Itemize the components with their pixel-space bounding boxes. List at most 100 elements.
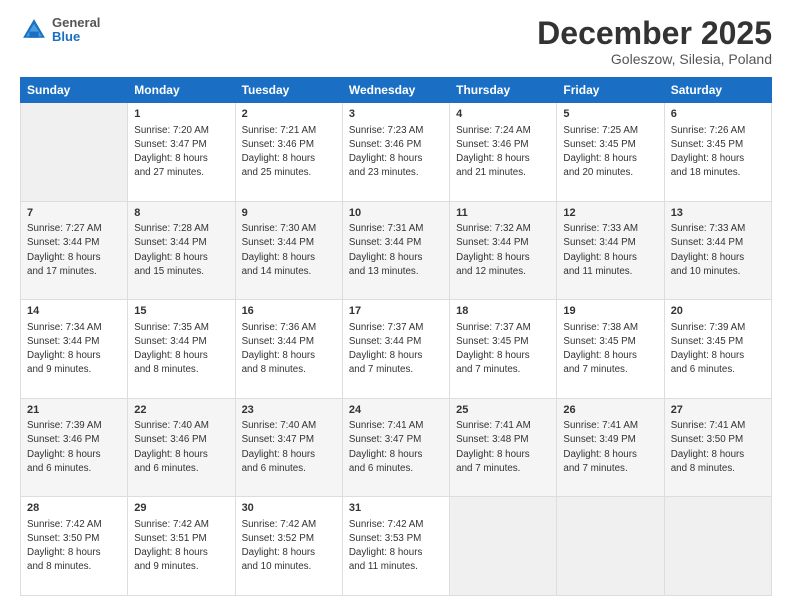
logo-icon bbox=[20, 16, 48, 44]
calendar-day-cell: 23Sunrise: 7:40 AM Sunset: 3:47 PM Dayli… bbox=[235, 398, 342, 497]
calendar-day-cell bbox=[664, 497, 771, 596]
day-number: 29 bbox=[134, 501, 228, 516]
calendar-day-cell: 31 Sunrise: 7:42 AM Sunset: 3:53 PM Dayli… bbox=[342, 497, 449, 596]
calendar-day-cell: 15Sunrise: 7:35 AM Sunset: 3:44 PM Dayli… bbox=[128, 300, 235, 399]
day-info: Sunrise: 7:42 AM Sunset: 3:51 PM Dayligh… bbox=[134, 518, 228, 575]
day-info: Sunrise: 7:37 AM Sunset: 3:45 PM Dayligh… bbox=[456, 321, 550, 378]
page: General Blue December 2025 Goleszow, Sil… bbox=[0, 0, 792, 612]
day-number: 21 bbox=[27, 403, 121, 418]
day-number: 1 bbox=[134, 107, 228, 122]
calendar-day-cell: 27Sunrise: 7:41 AM Sunset: 3:50 PM Dayli… bbox=[664, 398, 771, 497]
day-number: 30 bbox=[242, 501, 336, 516]
day-info: Sunrise: 7:39 AM Sunset: 3:46 PM Dayligh… bbox=[27, 419, 121, 476]
day-info: Sunrise: 7:42 AM Sunset: 3:52 PM Dayligh… bbox=[242, 518, 336, 575]
logo-text: General Blue bbox=[52, 16, 100, 45]
day-number: 4 bbox=[456, 107, 550, 122]
day-info: Sunrise: 7:41 AM Sunset: 3:49 PM Dayligh… bbox=[563, 419, 657, 476]
day-info: Sunrise: 7:39 AM Sunset: 3:45 PM Dayligh… bbox=[671, 321, 765, 378]
calendar-day-cell: 10Sunrise: 7:31 AM Sunset: 3:44 PM Dayli… bbox=[342, 201, 449, 300]
day-info: Sunrise: 7:33 AM Sunset: 3:44 PM Dayligh… bbox=[671, 222, 765, 279]
logo-general-text: General bbox=[52, 16, 100, 30]
calendar-day-cell: 2 Sunrise: 7:21 AM Sunset: 3:46 PM Daylig… bbox=[235, 103, 342, 202]
day-info: Sunrise: 7:31 AM Sunset: 3:44 PM Dayligh… bbox=[349, 222, 443, 279]
day-number: 20 bbox=[671, 304, 765, 319]
day-number: 16 bbox=[242, 304, 336, 319]
month-title: December 2025 bbox=[537, 16, 772, 51]
location: Goleszow, Silesia, Poland bbox=[537, 51, 772, 67]
calendar-day-cell: 30 Sunrise: 7:42 AM Sunset: 3:52 PM Dayli… bbox=[235, 497, 342, 596]
calendar-day-cell: 5 Sunrise: 7:25 AM Sunset: 3:45 PM Daylig… bbox=[557, 103, 664, 202]
calendar-day-cell bbox=[450, 497, 557, 596]
day-number: 6 bbox=[671, 107, 765, 122]
calendar-day-cell: 29 Sunrise: 7:42 AM Sunset: 3:51 PM Dayli… bbox=[128, 497, 235, 596]
col-saturday: Saturday bbox=[664, 78, 771, 103]
calendar-day-cell: 8Sunrise: 7:28 AM Sunset: 3:44 PM Daylig… bbox=[128, 201, 235, 300]
calendar-week-row: 28Sunrise: 7:42 AM Sunset: 3:50 PM Dayli… bbox=[21, 497, 772, 596]
day-info: Sunrise: 7:35 AM Sunset: 3:44 PM Dayligh… bbox=[134, 321, 228, 378]
day-number: 13 bbox=[671, 206, 765, 221]
calendar-day-cell: 16 Sunrise: 7:36 AM Sunset: 3:44 PM Dayli… bbox=[235, 300, 342, 399]
calendar-day-cell: 3 Sunrise: 7:23 AM Sunset: 3:46 PM Daylig… bbox=[342, 103, 449, 202]
day-info: Sunrise: 7:34 AM Sunset: 3:44 PM Dayligh… bbox=[27, 321, 121, 378]
calendar-day-cell: 11Sunrise: 7:32 AM Sunset: 3:44 PM Dayli… bbox=[450, 201, 557, 300]
day-number: 31 bbox=[349, 501, 443, 516]
day-info: Sunrise: 7:21 AM Sunset: 3:46 PM Dayligh… bbox=[242, 124, 336, 181]
day-number: 23 bbox=[242, 403, 336, 418]
calendar-day-cell: 14 Sunrise: 7:34 AM Sunset: 3:44 PM Dayli… bbox=[21, 300, 128, 399]
logo: General Blue bbox=[20, 16, 100, 45]
day-info: Sunrise: 7:41 AM Sunset: 3:47 PM Dayligh… bbox=[349, 419, 443, 476]
calendar-day-cell: 22Sunrise: 7:40 AM Sunset: 3:46 PM Dayli… bbox=[128, 398, 235, 497]
calendar-day-cell: 17Sunrise: 7:37 AM Sunset: 3:44 PM Dayli… bbox=[342, 300, 449, 399]
col-wednesday: Wednesday bbox=[342, 78, 449, 103]
day-number: 5 bbox=[563, 107, 657, 122]
day-number: 3 bbox=[349, 107, 443, 122]
day-number: 24 bbox=[349, 403, 443, 418]
day-info: Sunrise: 7:30 AM Sunset: 3:44 PM Dayligh… bbox=[242, 222, 336, 279]
calendar-day-cell: 4 Sunrise: 7:24 AM Sunset: 3:46 PM Daylig… bbox=[450, 103, 557, 202]
day-info: Sunrise: 7:28 AM Sunset: 3:44 PM Dayligh… bbox=[134, 222, 228, 279]
day-info: Sunrise: 7:26 AM Sunset: 3:45 PM Dayligh… bbox=[671, 124, 765, 181]
calendar-day-cell: 19 Sunrise: 7:38 AM Sunset: 3:45 PM Dayli… bbox=[557, 300, 664, 399]
calendar-table: Sunday Monday Tuesday Wednesday Thursday… bbox=[20, 77, 772, 596]
calendar-day-cell: 18 Sunrise: 7:37 AM Sunset: 3:45 PM Dayli… bbox=[450, 300, 557, 399]
day-info: Sunrise: 7:23 AM Sunset: 3:46 PM Dayligh… bbox=[349, 124, 443, 181]
day-info: Sunrise: 7:41 AM Sunset: 3:50 PM Dayligh… bbox=[671, 419, 765, 476]
day-info: Sunrise: 7:27 AM Sunset: 3:44 PM Dayligh… bbox=[27, 222, 121, 279]
logo-blue-text: Blue bbox=[52, 30, 100, 44]
day-info: Sunrise: 7:36 AM Sunset: 3:44 PM Dayligh… bbox=[242, 321, 336, 378]
day-number: 18 bbox=[456, 304, 550, 319]
calendar-day-cell bbox=[557, 497, 664, 596]
col-monday: Monday bbox=[128, 78, 235, 103]
day-info: Sunrise: 7:33 AM Sunset: 3:44 PM Dayligh… bbox=[563, 222, 657, 279]
day-info: Sunrise: 7:25 AM Sunset: 3:45 PM Dayligh… bbox=[563, 124, 657, 181]
day-info: Sunrise: 7:42 AM Sunset: 3:50 PM Dayligh… bbox=[27, 518, 121, 575]
calendar-day-cell: 26Sunrise: 7:41 AM Sunset: 3:49 PM Dayli… bbox=[557, 398, 664, 497]
calendar-week-row: 1 Sunrise: 7:20 AM Sunset: 3:47 PM Daylig… bbox=[21, 103, 772, 202]
day-number: 9 bbox=[242, 206, 336, 221]
calendar-week-row: 14 Sunrise: 7:34 AM Sunset: 3:44 PM Dayli… bbox=[21, 300, 772, 399]
header: General Blue December 2025 Goleszow, Sil… bbox=[20, 16, 772, 67]
title-block: December 2025 Goleszow, Silesia, Poland bbox=[537, 16, 772, 67]
day-number: 2 bbox=[242, 107, 336, 122]
day-number: 25 bbox=[456, 403, 550, 418]
calendar-day-cell: 13Sunrise: 7:33 AM Sunset: 3:44 PM Dayli… bbox=[664, 201, 771, 300]
day-number: 17 bbox=[349, 304, 443, 319]
day-number: 27 bbox=[671, 403, 765, 418]
col-thursday: Thursday bbox=[450, 78, 557, 103]
day-number: 14 bbox=[27, 304, 121, 319]
day-info: Sunrise: 7:42 AM Sunset: 3:53 PM Dayligh… bbox=[349, 518, 443, 575]
day-info: Sunrise: 7:40 AM Sunset: 3:47 PM Dayligh… bbox=[242, 419, 336, 476]
day-info: Sunrise: 7:40 AM Sunset: 3:46 PM Dayligh… bbox=[134, 419, 228, 476]
calendar-day-cell: 9Sunrise: 7:30 AM Sunset: 3:44 PM Daylig… bbox=[235, 201, 342, 300]
calendar-week-row: 21Sunrise: 7:39 AM Sunset: 3:46 PM Dayli… bbox=[21, 398, 772, 497]
day-number: 19 bbox=[563, 304, 657, 319]
day-info: Sunrise: 7:41 AM Sunset: 3:48 PM Dayligh… bbox=[456, 419, 550, 476]
day-info: Sunrise: 7:38 AM Sunset: 3:45 PM Dayligh… bbox=[563, 321, 657, 378]
day-info: Sunrise: 7:20 AM Sunset: 3:47 PM Dayligh… bbox=[134, 124, 228, 181]
day-number: 11 bbox=[456, 206, 550, 221]
day-info: Sunrise: 7:32 AM Sunset: 3:44 PM Dayligh… bbox=[456, 222, 550, 279]
calendar-day-cell bbox=[21, 103, 128, 202]
day-info: Sunrise: 7:24 AM Sunset: 3:46 PM Dayligh… bbox=[456, 124, 550, 181]
calendar-day-cell: 1 Sunrise: 7:20 AM Sunset: 3:47 PM Daylig… bbox=[128, 103, 235, 202]
calendar-day-cell: 7Sunrise: 7:27 AM Sunset: 3:44 PM Daylig… bbox=[21, 201, 128, 300]
